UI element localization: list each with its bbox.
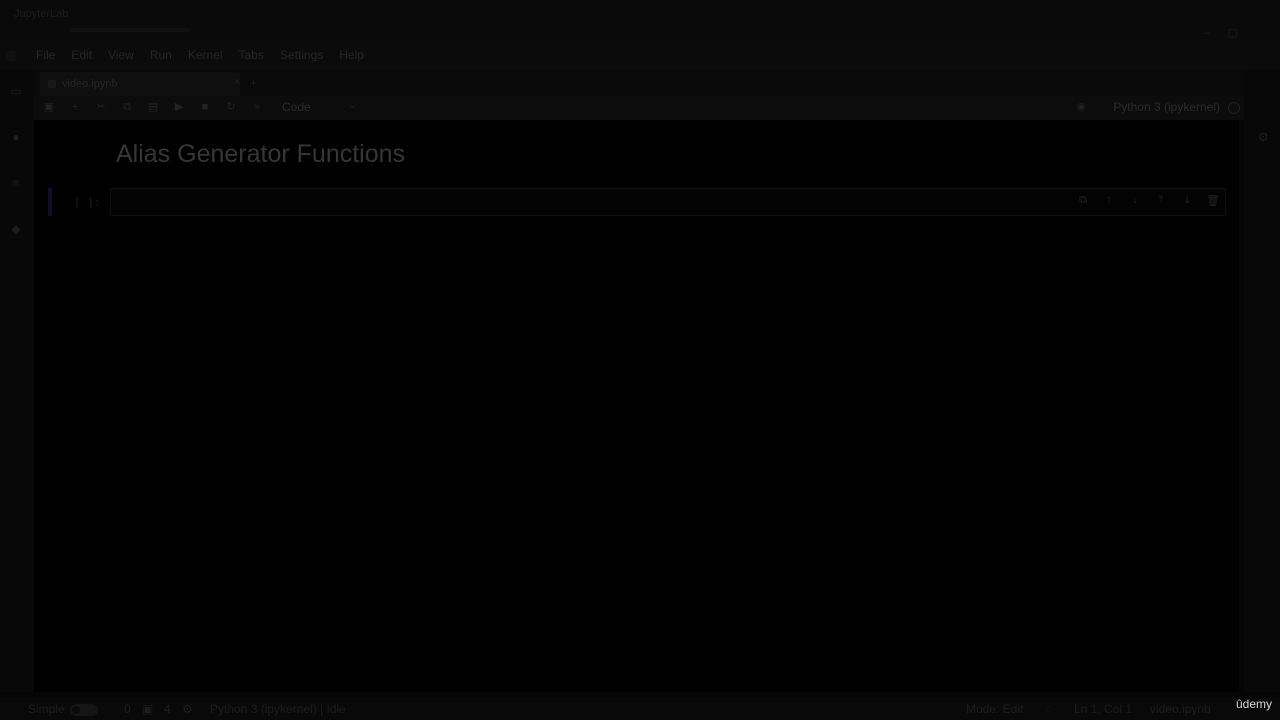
terminal-icon: ▣: [142, 702, 154, 716]
paste-icon[interactable]: ▤: [146, 100, 160, 114]
kernel-count-icon: ⚙: [182, 702, 193, 716]
tab-label: video.ipynb: [62, 78, 118, 90]
move-down-icon[interactable]: ↓: [1128, 194, 1142, 207]
notebook-toolbar: ▣ + ✂ ⧉ ▤ ▶ ■ ↻ » Code ⌄ ◉ Python 3 (ipy…: [34, 96, 1244, 120]
tab-bar: video.ipynb × +: [34, 70, 1244, 96]
insert-above-icon[interactable]: ⤒: [1154, 194, 1168, 207]
cell-input[interactable]: [110, 188, 1226, 216]
kernel-status-text[interactable]: Python 3 (ipykernel) | Idle: [210, 702, 346, 716]
run-icon[interactable]: ▶: [172, 100, 186, 114]
window-controls[interactable]: –▢: [1203, 26, 1256, 39]
save-icon[interactable]: ▣: [42, 100, 56, 114]
terminal-count[interactable]: 0: [124, 702, 131, 716]
cell-selection-bar: [48, 188, 52, 216]
menu-bar: ◎ File Edit View Run Kernel Tabs Setting…: [0, 40, 1280, 70]
left-sidebar: ▭ ● ≡ ◆: [0, 70, 34, 692]
jupyter-logo-icon: ◎: [6, 48, 17, 62]
menu-file[interactable]: File: [36, 48, 55, 62]
restart-icon[interactable]: ↻: [224, 100, 238, 114]
menu-settings[interactable]: Settings: [280, 48, 323, 62]
duplicate-icon[interactable]: ⧉: [1076, 194, 1090, 207]
running-icon[interactable]: ●: [9, 130, 23, 144]
tab-notebook[interactable]: video.ipynb ×: [40, 72, 240, 96]
folder-icon[interactable]: ▭: [9, 84, 23, 98]
toggle-knob: [72, 706, 80, 714]
toc-icon[interactable]: ≡: [9, 176, 23, 190]
menu-help[interactable]: Help: [339, 48, 364, 62]
simple-mode-toggle[interactable]: [70, 704, 98, 716]
property-inspector-icon[interactable]: ⚙: [1258, 130, 1269, 144]
move-up-icon[interactable]: ↑: [1102, 194, 1116, 207]
notebook-panel: Alias Generator Functions [ ]: ⧉ ↑ ↓ ⤒ ⤓…: [34, 120, 1239, 692]
copy-icon[interactable]: ⧉: [120, 100, 134, 114]
menu-edit[interactable]: Edit: [71, 48, 92, 62]
debugger-icon[interactable]: ◉: [1076, 100, 1086, 113]
stop-icon[interactable]: ■: [198, 100, 212, 114]
cell-prompt: [ ]:: [74, 196, 101, 209]
address-bar[interactable]: [70, 28, 190, 32]
cell-type-select[interactable]: Code: [282, 100, 311, 114]
menu-tabs[interactable]: Tabs: [239, 48, 264, 62]
fast-forward-icon[interactable]: »: [250, 100, 264, 114]
chevron-down-icon[interactable]: ⌄: [348, 100, 356, 111]
cell-toolbar: ⧉ ↑ ↓ ⤒ ⤓ 🗑: [1076, 194, 1220, 207]
close-icon[interactable]: ×: [234, 76, 240, 88]
right-sidebar: ⚙: [1244, 70, 1280, 692]
menu-view[interactable]: View: [108, 48, 134, 62]
simple-mode-label: Simple: [28, 702, 65, 716]
extension-icon[interactable]: ◆: [9, 222, 23, 236]
cursor-position[interactable]: Ln 1, Col 1: [1074, 702, 1132, 716]
window-title: JupyterLab: [14, 8, 69, 20]
menu-items: File Edit View Run Kernel Tabs Settings …: [36, 48, 380, 62]
status-bar: Simple 0 ▣ 4 ⚙ Python 3 (ipykernel) | Id…: [0, 698, 1280, 720]
notebook-icon: [48, 80, 56, 88]
cut-icon[interactable]: ✂: [94, 100, 108, 114]
notification-icon[interactable]: ◌: [1046, 702, 1053, 716]
menu-run[interactable]: Run: [150, 48, 172, 62]
menu-kernel[interactable]: Kernel: [188, 48, 223, 62]
kernel-name[interactable]: Python 3 (ipykernel): [1113, 100, 1220, 114]
udemy-watermark: ûdemy: [1235, 697, 1272, 711]
insert-below-icon[interactable]: ⤓: [1180, 194, 1194, 207]
add-cell-icon[interactable]: +: [68, 100, 82, 114]
delete-icon[interactable]: 🗑: [1206, 194, 1220, 207]
markdown-heading: Alias Generator Functions: [116, 140, 406, 168]
kernel-status-icon: [1228, 102, 1240, 114]
code-cell[interactable]: [ ]: ⧉ ↑ ↓ ⤒ ⤓ 🗑: [48, 188, 1226, 216]
add-tab-icon[interactable]: +: [250, 76, 257, 90]
window-titlebar: JupyterLab –▢: [0, 0, 1280, 40]
current-file: video.ipynb: [1150, 702, 1211, 716]
kernel-count[interactable]: 4: [164, 702, 171, 716]
edit-mode-text: Mode: Edit: [966, 702, 1024, 716]
